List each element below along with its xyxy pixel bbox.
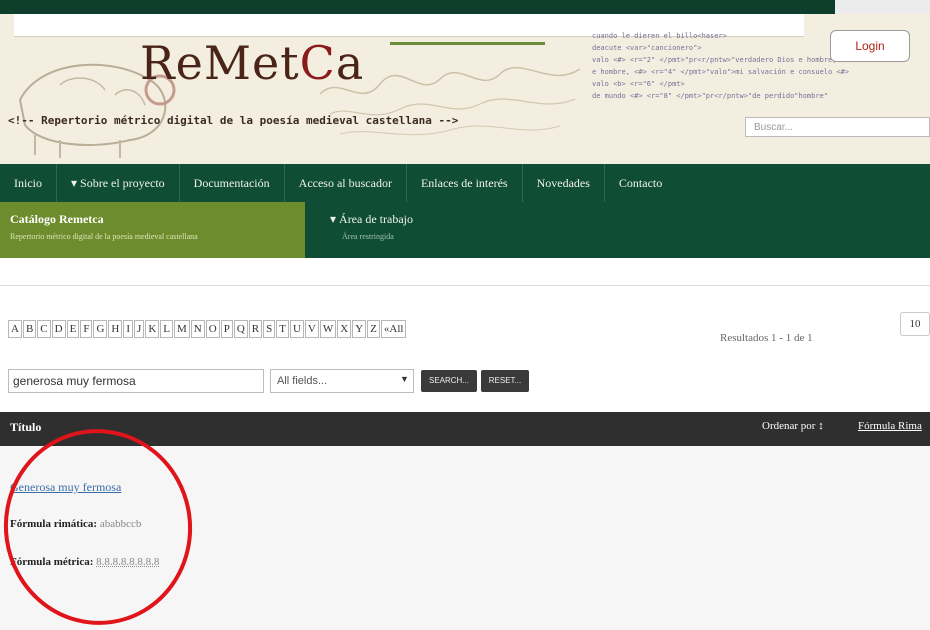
- title-column-header: Título: [10, 420, 42, 434]
- alphabet-letter[interactable]: S: [263, 320, 276, 338]
- alphabet-letter[interactable]: «All: [380, 320, 407, 338]
- rima-formula-value: ababbccb: [99, 518, 142, 530]
- alphabet-letter[interactable]: A: [8, 320, 22, 338]
- field-select[interactable]: All fields...: [270, 369, 414, 393]
- caret-down-icon[interactable]: ▼: [400, 374, 409, 384]
- code-line: de mundo <#> <r="8" </pmt>"pr<r/pntw>"de…: [592, 92, 829, 100]
- alphabet-letter[interactable]: Q: [233, 320, 248, 338]
- workspace-tab-subtitle: Área restringida: [342, 232, 394, 241]
- nav-item-acceso-buscador[interactable]: Acceso al buscador: [285, 164, 407, 202]
- alphabet-letter[interactable]: F: [80, 320, 93, 338]
- catalog-tab-subtitle: Repertorio métrico digital de la poesía …: [10, 232, 198, 241]
- order-by-label: Ordenar por ↕: [762, 420, 824, 432]
- search-button[interactable]: SEARCH...: [421, 370, 477, 392]
- alphabet-letter[interactable]: W: [319, 320, 337, 338]
- nav-item-documentacion[interactable]: Documentación: [180, 164, 285, 202]
- main-nav: Inicio ▾ Sobre el proyecto Documentación…: [0, 164, 676, 202]
- rima-formula-row: Fórmula rimática: ababbccb: [10, 518, 141, 530]
- results-summary: Resultados 1 - 1 de 1: [720, 332, 813, 344]
- alphabet-letter[interactable]: L: [160, 320, 173, 338]
- alphabet-letter[interactable]: V: [304, 320, 319, 338]
- catalog-tab-title[interactable]: Catálogo Remetca: [10, 212, 104, 227]
- query-input[interactable]: generosa muy fermosa: [8, 369, 264, 393]
- alphabet-letter[interactable]: G: [93, 320, 108, 338]
- alphabet-letter[interactable]: U: [289, 320, 304, 338]
- nav-item-contacto[interactable]: Contacto: [605, 164, 676, 202]
- alphabet-letter[interactable]: Y: [352, 320, 367, 338]
- alphabet-letter[interactable]: B: [22, 320, 37, 338]
- alphabet-letter[interactable]: I: [123, 320, 134, 338]
- nav-item-inicio[interactable]: Inicio: [0, 164, 57, 202]
- metrica-formula-label: Fórmula métrica:: [10, 556, 94, 568]
- content-divider: [0, 285, 930, 286]
- nav-item-novedades[interactable]: Novedades: [523, 164, 605, 202]
- metrica-formula-value: 8.8.8.8.8.8.8.8: [96, 556, 160, 568]
- alphabet-letter[interactable]: X: [337, 320, 352, 338]
- top-bar: [0, 0, 835, 14]
- alphabet-letter[interactable]: P: [220, 320, 233, 338]
- code-line: e hombre, <#> <r="4" </pmt>"valo">mi sal…: [592, 68, 850, 76]
- workspace-tab-title[interactable]: ▾ Área de trabajo: [330, 212, 413, 227]
- order-by-field-link[interactable]: Fórmula Rima: [858, 420, 922, 432]
- login-button[interactable]: Login: [830, 30, 910, 62]
- result-title-link[interactable]: Generosa muy fermosa: [10, 480, 121, 495]
- metrica-formula-row: Fórmula métrica: 8.8.8.8.8.8.8.8: [10, 556, 159, 568]
- alphabet-letter[interactable]: T: [276, 320, 289, 338]
- rima-formula-label: Fórmula rimática:: [10, 518, 98, 530]
- alphabet-letter[interactable]: R: [248, 320, 263, 338]
- code-line: valo <b> <r="6" </pmt>: [592, 80, 685, 88]
- alphabet-letter[interactable]: J: [134, 320, 145, 338]
- alphabet-letter[interactable]: H: [108, 320, 123, 338]
- manuscript-script-image: [320, 66, 581, 136]
- banner-comment-line: <!-- Repertorio métrico digital de la po…: [8, 114, 459, 127]
- alphabet-letter[interactable]: Z: [367, 320, 380, 338]
- alphabet-letter[interactable]: D: [51, 320, 66, 338]
- alphabet-letter[interactable]: M: [174, 320, 190, 338]
- catalog-tab[interactable]: [0, 202, 305, 258]
- results-list: [0, 446, 930, 630]
- alphabet-letter[interactable]: C: [37, 320, 51, 338]
- banner-accent-line: [390, 42, 545, 45]
- nav-item-enlaces[interactable]: Enlaces de interés: [407, 164, 523, 202]
- alphabet-letter[interactable]: E: [66, 320, 80, 338]
- alphabet-filter: A B C D E F G H I J K L M N O P Q R S T U V W X Y Z «All: [8, 320, 407, 338]
- reset-button[interactable]: RESET...: [481, 370, 529, 392]
- alphabet-letter[interactable]: K: [145, 320, 160, 338]
- per-page-select[interactable]: 10: [900, 312, 930, 336]
- site-search-input[interactable]: Buscar...: [745, 117, 930, 137]
- alphabet-letter[interactable]: O: [205, 320, 220, 338]
- nav-item-sobre-el-proyecto[interactable]: ▾ Sobre el proyecto: [57, 164, 180, 202]
- alphabet-letter[interactable]: N: [190, 320, 205, 338]
